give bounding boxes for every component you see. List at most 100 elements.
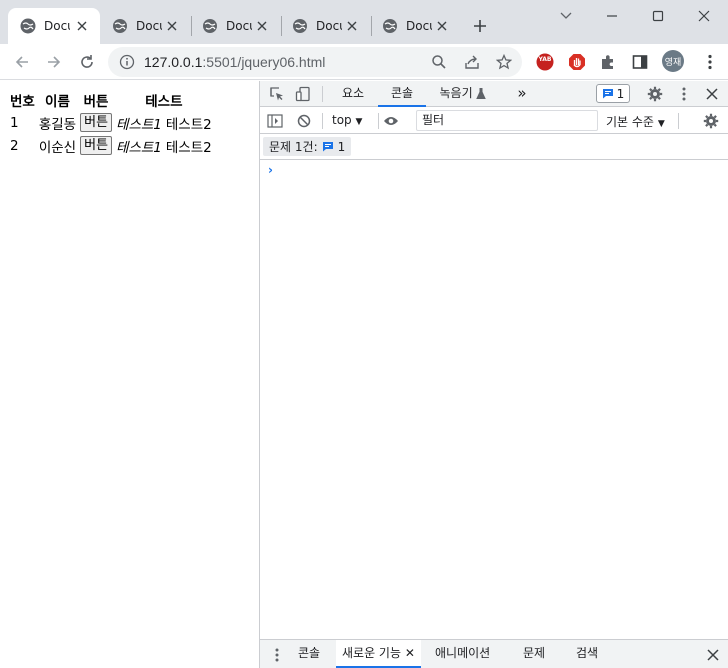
side-panel-icon[interactable] (630, 52, 650, 72)
yab-label: YAB (538, 56, 552, 63)
member-table: 번호 이름 버튼 테스트 1 홍길동 버튼 테스트1 테스트2 2 이순신 버튼… (8, 89, 214, 157)
drawer-tab-console[interactable]: 콘솔 (298, 640, 320, 668)
row-button[interactable]: 버튼 (80, 113, 113, 132)
drawer-menu-icon[interactable] (268, 646, 286, 664)
window-close-button[interactable] (694, 6, 714, 26)
new-tab-button[interactable] (470, 16, 490, 36)
adblock-icon[interactable] (567, 52, 587, 72)
issues-label: 문제 1건: (269, 140, 318, 154)
reload-button[interactable] (75, 50, 99, 74)
browser-tab-4[interactable]: Document (280, 8, 370, 44)
zoom-search-icon[interactable] (430, 53, 448, 71)
close-icon[interactable] (434, 18, 450, 34)
header-number: 번호 (10, 94, 35, 110)
toolbar-divider (322, 113, 323, 129)
close-drawer-icon[interactable] (704, 646, 722, 664)
message-icon (602, 89, 613, 99)
cell-test2: 테스트2 (165, 139, 212, 156)
url-host: 127.0.0.1 (144, 54, 203, 70)
sidebar-toggle-icon[interactable] (266, 112, 284, 130)
profile-avatar[interactable]: 영재 (662, 50, 684, 72)
clear-console-icon[interactable] (295, 112, 313, 130)
issues-chip[interactable]: 문제 1건: 1 (263, 137, 352, 156)
tab-title: Document (226, 19, 252, 33)
toolbar-divider (378, 113, 379, 129)
header-name: 이름 (45, 94, 70, 110)
whats-new-label: 새로운 기능 (342, 646, 402, 660)
toolbar-divider (678, 113, 679, 129)
log-levels-dropdown[interactable]: 기본 수준 ▼ (606, 113, 665, 130)
site-info-icon[interactable] (118, 53, 136, 71)
more-tabs-button[interactable]: » (512, 81, 532, 107)
console-prompt[interactable]: › (268, 163, 273, 177)
devtools-tab-bar: 요소 콘솔 녹음기 » 1 (260, 81, 728, 107)
close-icon[interactable]: ✕ (405, 646, 415, 660)
close-icon[interactable] (254, 18, 270, 34)
drawer-tab-animations[interactable]: 애니메이션 (435, 640, 490, 668)
console-settings-gear-icon[interactable] (702, 112, 720, 130)
share-icon[interactable] (463, 53, 481, 71)
gear-icon[interactable] (646, 85, 664, 103)
globe-icon (292, 18, 308, 34)
address-bar[interactable]: 127.0.0.1:5501/jquery06.html (108, 47, 522, 77)
close-icon[interactable] (74, 18, 90, 34)
close-devtools-icon[interactable] (703, 85, 721, 103)
row-button[interactable]: 버튼 (80, 136, 113, 155)
extensions-puzzle-icon[interactable] (598, 52, 618, 72)
forward-button[interactable] (42, 50, 66, 74)
caret-down-icon: ▼ (355, 117, 363, 127)
console-filter-input[interactable]: 필터 (416, 110, 598, 131)
devtools-tab-elements[interactable]: 요소 (336, 81, 370, 107)
devtools-panel: 요소 콘솔 녹음기 » 1 top ▼ 필터 기본 수준 ▼ 문제 1건: 1 ›… (259, 81, 728, 668)
recorder-label: 녹음기 (439, 86, 473, 100)
table-header-row: 번호 이름 버튼 테스트 (8, 89, 214, 111)
browser-tab-1[interactable]: Document (8, 8, 100, 44)
devtools-drawer: 콘솔 새로운 기능 ✕ 애니메이션 문제 검색 (260, 639, 728, 668)
close-icon[interactable] (344, 18, 360, 34)
minimize-button[interactable] (602, 6, 622, 26)
close-icon[interactable] (164, 18, 180, 34)
tab-title: Document (316, 19, 342, 33)
drawer-tab-issues[interactable]: 문제 (523, 640, 545, 668)
drawer-tab-search[interactable]: 검색 (576, 640, 598, 668)
tab-title: Document (406, 19, 432, 33)
message-icon (322, 142, 333, 152)
eye-icon[interactable] (382, 112, 400, 130)
issues-chip-count: 1 (337, 139, 346, 154)
header-test: 테스트 (145, 94, 183, 110)
inspect-element-icon[interactable] (268, 85, 286, 103)
tab-title: Document (44, 19, 70, 33)
yab-extension-icon[interactable]: YAB (535, 52, 555, 72)
browser-toolbar: 127.0.0.1:5501/jquery06.html YAB 영재 (0, 44, 728, 80)
globe-icon (382, 18, 398, 34)
cell-name: 이순신 (38, 139, 77, 156)
drawer-tab-whats-new[interactable]: 새로운 기능 ✕ (336, 640, 421, 668)
tab-search-button[interactable] (556, 6, 576, 26)
devtools-tab-console[interactable]: 콘솔 (378, 81, 426, 107)
context-selector[interactable]: top ▼ (332, 113, 362, 127)
console-toolbar: top ▼ 필터 기본 수준 ▼ (260, 108, 728, 134)
cell-number: 2 (10, 137, 19, 154)
cell-number: 1 (10, 114, 19, 131)
issues-counter-value: 1 (616, 86, 625, 101)
cell-test2: 테스트2 (165, 116, 212, 133)
browser-tab-3[interactable]: Document (190, 8, 280, 44)
url-text: 127.0.0.1:5501/jquery06.html (144, 54, 325, 70)
browser-tab-5[interactable]: Document (370, 8, 460, 44)
issues-counter[interactable]: 1 (596, 84, 630, 103)
devtools-tab-recorder[interactable]: 녹음기 (434, 81, 492, 107)
globe-icon (20, 18, 36, 34)
browser-menu-icon[interactable] (700, 52, 720, 72)
back-button[interactable] (10, 50, 34, 74)
maximize-button[interactable] (648, 6, 668, 26)
device-toolbar-icon[interactable] (294, 85, 312, 103)
kebab-menu-icon[interactable] (675, 85, 693, 103)
table-row: 1 홍길동 버튼 테스트1 테스트2 (8, 111, 214, 134)
cell-test1: 테스트1 (116, 139, 162, 156)
table-row: 2 이순신 버튼 테스트1 테스트2 (8, 134, 214, 157)
browser-tab-2[interactable]: Document (100, 8, 190, 44)
cell-test1: 테스트1 (116, 116, 162, 133)
globe-icon (112, 18, 128, 34)
tab-strip: Document Document Document Document Docu… (0, 0, 728, 44)
bookmark-star-icon[interactable] (495, 53, 513, 71)
